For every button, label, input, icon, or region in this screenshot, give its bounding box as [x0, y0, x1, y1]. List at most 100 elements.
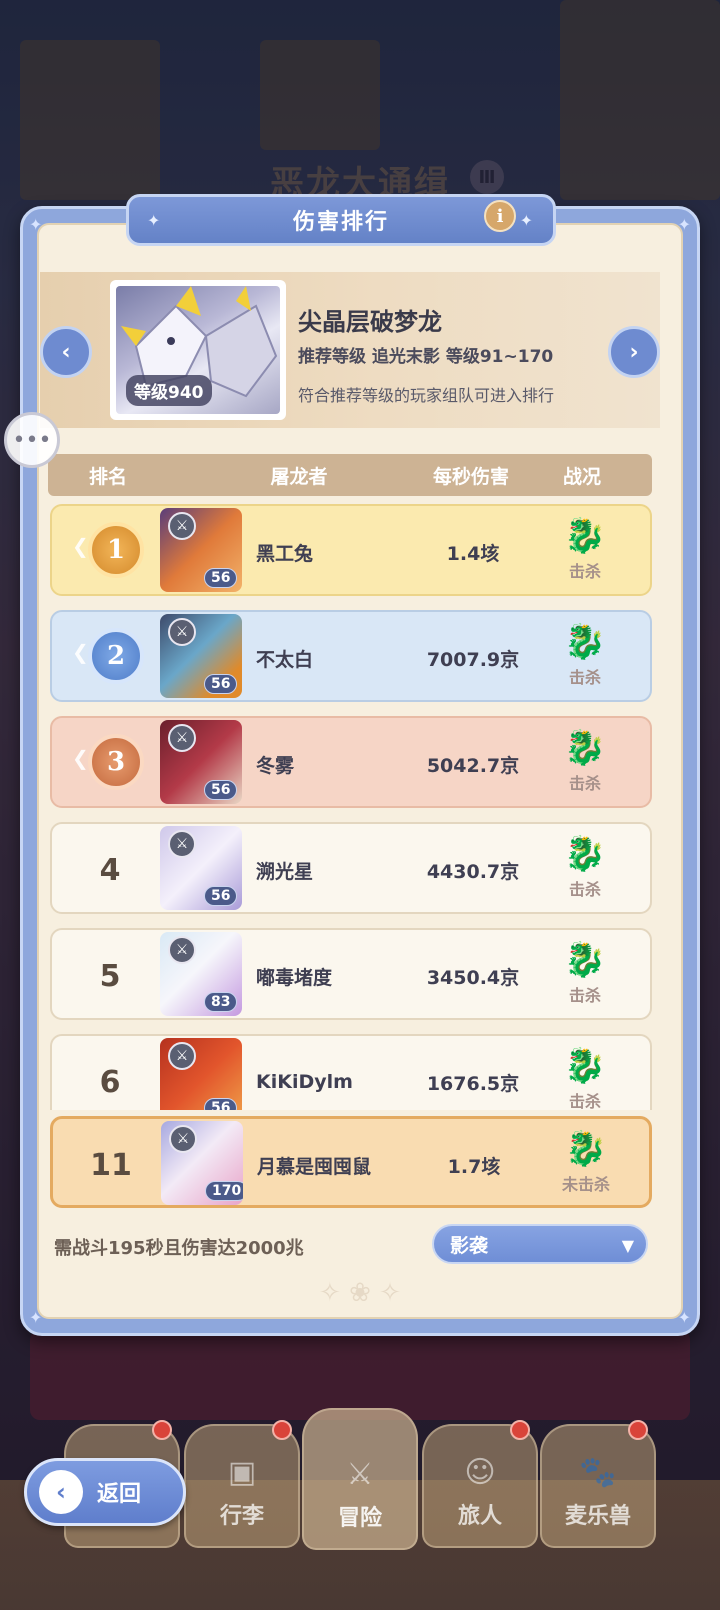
player-level: 56: [204, 674, 238, 694]
person-icon: ☺: [464, 1455, 496, 1490]
player-name: KiKiDylm: [256, 1071, 353, 1093]
player-level: 56: [204, 886, 238, 906]
player-level: 170: [205, 1181, 243, 1201]
boss-recommend-level: 推荐等级 追光末影 等级91~170: [298, 347, 554, 367]
tab-label: 行李: [219, 1504, 264, 1529]
boss-name: 尖晶层破梦龙: [298, 308, 442, 336]
dragon-slain-icon: 🐉: [563, 940, 607, 980]
wing-icon: ❮: [72, 534, 89, 558]
boss-level-badge: 等级940: [126, 375, 212, 406]
table-row[interactable]: ❮ 2 ⚔ 56 不太白 7007.9京 🐉 击杀: [50, 610, 652, 702]
player-level: 56: [204, 780, 238, 800]
rank-number: 11: [90, 1147, 132, 1183]
class-emblem-icon: ⚔: [168, 830, 196, 858]
rank-medal-bronze: 3: [88, 734, 144, 790]
prev-boss-button[interactable]: ‹: [40, 326, 92, 378]
player-dps: 5042.7京: [426, 754, 520, 777]
avatar[interactable]: ⚔ 83: [160, 932, 242, 1016]
requirement-text: 需战斗195秒且伤害达2000兆: [54, 1238, 304, 1259]
battle-status: 🐉 击杀: [542, 726, 628, 806]
battle-status: 🐉 击杀: [542, 938, 628, 1018]
avatar[interactable]: ⚔ 56: [160, 720, 242, 804]
next-boss-button[interactable]: ›: [608, 326, 660, 378]
sparkle-icon: ✦: [519, 210, 535, 230]
rank-number: 5: [99, 958, 121, 994]
ranking-list[interactable]: ❮ 1 ⚔ 56 黑工兔 1.4垓 🐉 击杀 ❮ 2 ⚔ 56 不太白 7007…: [48, 504, 654, 1110]
tab-adventure[interactable]: ⚔ 冒险: [302, 1408, 418, 1550]
boss-portrait[interactable]: 等级940: [110, 280, 286, 420]
crossed-swords-icon: ⚔: [346, 1457, 374, 1492]
back-button[interactable]: ‹ 返回: [24, 1458, 186, 1526]
player-dps: 1.7垓: [447, 1155, 501, 1178]
avatar[interactable]: ⚔ 56: [160, 1038, 242, 1110]
player-level: 56: [204, 1098, 238, 1110]
avatar[interactable]: ⚔ 56: [160, 508, 242, 592]
avatar[interactable]: ⚔ 56: [160, 614, 242, 698]
dragon-portrait-image: 等级940: [116, 286, 280, 414]
player-dps: 4430.7京: [426, 860, 520, 883]
notification-dot: [272, 1420, 292, 1440]
class-emblem-icon: ⚔: [168, 936, 196, 964]
chevron-right-icon: ›: [629, 339, 639, 365]
table-row[interactable]: 6 ⚔ 56 KiKiDylm 1676.5京 🐉 击杀: [50, 1034, 652, 1110]
info-icon[interactable]: i: [484, 200, 516, 232]
status-label: 击杀: [568, 986, 601, 1005]
rank-number: 6: [99, 1064, 121, 1100]
player-dps: 7007.9京: [426, 648, 520, 671]
status-label: 击杀: [568, 774, 601, 793]
panel-title: 伤害排行: [292, 210, 389, 235]
tab-pets[interactable]: 🐾 麦乐兽: [540, 1420, 656, 1548]
status-label: 击杀: [568, 562, 601, 581]
table-row[interactable]: 5 ⚔ 83 嘟毒堵度 3450.4京 🐉 击杀: [50, 928, 652, 1020]
player-name: 月慕是囤囤鼠: [257, 1155, 372, 1178]
boss-ranking-hint: 符合推荐等级的玩家组队可进入排行: [298, 386, 555, 405]
table-row[interactable]: ❮ 1 ⚔ 56 黑工兔 1.4垓 🐉 击杀: [50, 504, 652, 596]
table-row[interactable]: 4 ⚔ 56 溯光星 4430.7京 🐉 击杀: [50, 822, 652, 914]
avatar[interactable]: ⚔ 170: [161, 1121, 243, 1205]
dragon-slain-icon: 🐉: [563, 1046, 607, 1086]
header-dps: 每秒伤害: [432, 465, 509, 488]
player-name: 嘟毒堵度: [256, 966, 333, 989]
dragon-slain-icon: 🐉: [563, 834, 607, 874]
rank-number: 4: [99, 852, 121, 888]
my-rank-row[interactable]: 11 ⚔ 170 月慕是囤囤鼠 1.7垓 🐉 未击杀: [50, 1116, 652, 1208]
class-emblem-icon: ⚔: [168, 512, 196, 540]
dragon-slain-icon: 🐉: [563, 728, 607, 768]
header-player: 屠龙者: [270, 465, 328, 488]
status-label: 未击杀: [561, 1175, 610, 1194]
team-select-dropdown[interactable]: 影袭 ▼: [432, 1224, 648, 1264]
header-status: 战况: [562, 465, 601, 488]
notification-dot: [152, 1420, 172, 1440]
class-emblem-icon: ⚔: [169, 1125, 197, 1153]
header-rank: 排名: [88, 465, 127, 488]
class-emblem-icon: ⚔: [168, 1042, 196, 1070]
panel-ornament-icon: ✧ ❀ ✧: [319, 1278, 401, 1308]
player-level: 83: [204, 992, 238, 1012]
rank-medal-gold: 1: [88, 522, 144, 578]
class-emblem-icon: ⚔: [168, 618, 196, 646]
ranking-table-header: 排名 屠龙者 每秒伤害 战况: [48, 454, 652, 496]
player-level: 56: [204, 568, 238, 588]
chevron-left-icon: ‹: [61, 339, 71, 365]
battle-status: 🐉 击杀: [542, 1044, 628, 1110]
caret-down-icon: ▼: [621, 1236, 634, 1255]
status-label: 击杀: [568, 668, 601, 687]
player-dps: 1.4垓: [446, 542, 500, 565]
battle-status: 🐉 击杀: [542, 514, 628, 594]
tab-label: 麦乐兽: [564, 1504, 631, 1529]
tab-label: 旅人: [457, 1504, 502, 1529]
table-row[interactable]: ❮ 3 ⚔ 56 冬雾 5042.7京 🐉 击杀: [50, 716, 652, 808]
notification-dot: [628, 1420, 648, 1440]
status-label: 击杀: [568, 880, 601, 899]
tab-inventory[interactable]: ▣ 行李: [184, 1420, 300, 1548]
battle-status: 🐉 未击杀: [543, 1127, 629, 1207]
class-emblem-icon: ⚔: [168, 724, 196, 752]
chat-button[interactable]: •••: [4, 412, 60, 468]
chat-icon: •••: [12, 427, 52, 453]
tab-travelers[interactable]: ☺ 旅人: [422, 1420, 538, 1548]
avatar[interactable]: ⚔ 56: [160, 826, 242, 910]
dragon-slain-icon: 🐉: [563, 622, 607, 662]
player-dps: 3450.4京: [426, 966, 520, 989]
chest-icon: ▣: [227, 1455, 257, 1490]
wing-icon: ❮: [72, 640, 89, 664]
